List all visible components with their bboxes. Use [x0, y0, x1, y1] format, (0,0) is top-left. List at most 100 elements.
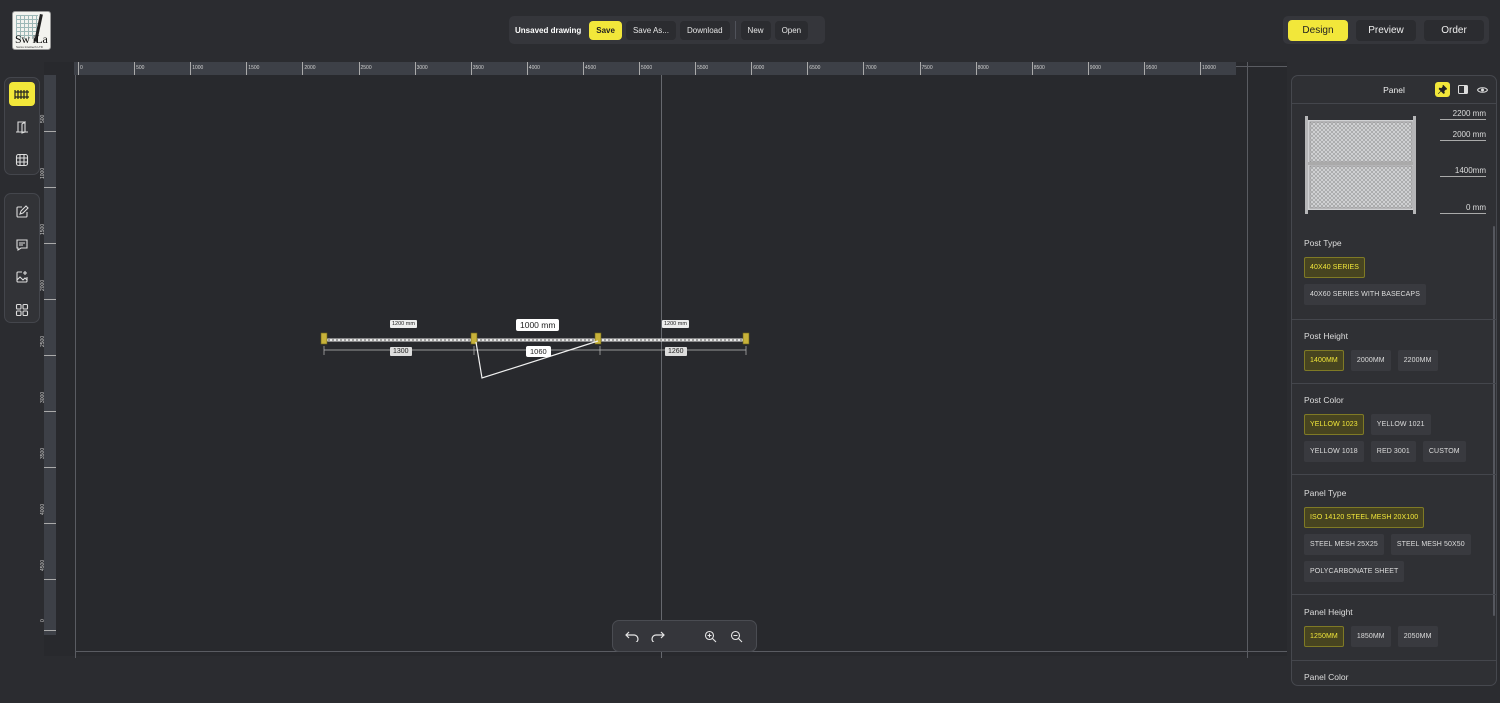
dim-label-0: 0 mm [1440, 203, 1486, 214]
ruler-tick [190, 62, 192, 75]
ruler-tick [44, 579, 56, 580]
section-title: Panel Color [1304, 672, 1349, 682]
visibility-button[interactable] [1475, 82, 1490, 97]
ruler-label: 4500 [584, 65, 597, 71]
ruler-tick [44, 630, 56, 631]
ruler-tick [975, 62, 977, 75]
section-title: Post Type [1304, 238, 1342, 248]
option-chip[interactable]: CUSTOM [1422, 441, 1466, 462]
ruler-label: 3500 [40, 447, 46, 459]
option-chip[interactable]: POLYCARBONATE SHEET [1304, 561, 1405, 582]
ruler-tick [1087, 62, 1089, 75]
option-chip[interactable]: 40X60 SERIES WITH BASECAPS [1304, 284, 1426, 305]
post-color-section: Post Color YELLOW 1023 YELLOW 1021 YELLO… [1292, 395, 1496, 475]
ruler-tick [919, 62, 921, 75]
redo-icon [651, 631, 665, 642]
ruler-label: 1500 [248, 65, 260, 71]
zoom-out-button[interactable] [725, 625, 747, 647]
option-chip[interactable]: 40X40 SERIES [1304, 257, 1366, 278]
option-chip[interactable]: ISO 14120 STEEL MESH 20X100 [1304, 507, 1425, 528]
post-3 [594, 332, 602, 345]
option-chip[interactable]: 2000MM [1350, 350, 1391, 371]
ruler-tick [526, 62, 528, 75]
section-title: Post Height [1304, 331, 1348, 341]
mode-design-button[interactable]: Design [1288, 19, 1348, 41]
mode-preview-button[interactable]: Preview [1356, 19, 1416, 41]
ruler-tick [695, 62, 697, 75]
top-dimension-label-2[interactable]: 1000 mm [516, 319, 560, 331]
bottom-dimension-label-1: 1300 [390, 347, 412, 356]
panel-header: Panel [1292, 76, 1496, 104]
ruler-label: 4000 [40, 503, 46, 515]
ruler-label: 1000 [40, 167, 46, 179]
pin-icon [1438, 85, 1447, 94]
ruler-tick [470, 62, 472, 75]
option-chip[interactable]: 2200MM [1397, 350, 1438, 371]
redo-button[interactable] [647, 625, 669, 647]
mode-order-button[interactable]: Order [1424, 19, 1484, 41]
option-chip[interactable]: 2050MM [1397, 626, 1438, 647]
option-chip[interactable]: YELLOW 1021 [1370, 414, 1431, 435]
ruler-label: 0 [40, 619, 46, 622]
ruler-tick [44, 131, 56, 132]
ruler-label: 500 [40, 114, 46, 123]
dim-label-1400: 1400mm [1440, 166, 1486, 177]
option-chip[interactable]: STEEL MESH 25X25 [1304, 534, 1384, 555]
ruler-tick [639, 62, 640, 75]
panel-type-section: Panel Type ISO 14120 STEEL MESH 20X100 S… [1292, 488, 1496, 595]
section-title: Panel Height [1304, 607, 1353, 617]
undo-icon [625, 631, 639, 642]
ruler-tick [863, 62, 865, 75]
ruler-label: 2000 [304, 65, 316, 71]
undo-button[interactable] [621, 625, 643, 647]
ruler-tick [44, 243, 56, 244]
panel-type-options: ISO 14120 STEEL MESH 20X100 STEEL MESH 2… [1304, 507, 1486, 582]
ruler-label: 5500 [697, 65, 709, 71]
post-type-section: Post Type 40X40 SERIES 40X60 SERIES WITH… [1292, 238, 1496, 320]
top-dimension-label-3: 1200 mm [662, 320, 689, 328]
zoom-toolbar [612, 620, 757, 652]
option-chip[interactable]: YELLOW 1018 [1304, 441, 1364, 462]
section-title: Post Color [1304, 395, 1344, 405]
ruler-label: 6500 [809, 65, 821, 71]
panel-preview-image [1305, 116, 1416, 214]
ruler-label: 2500 [40, 335, 46, 347]
option-chip[interactable]: 1850MM [1350, 626, 1391, 647]
option-chip[interactable]: STEEL MESH 50X50 [1390, 534, 1471, 555]
ruler-label: 3000 [40, 391, 46, 403]
eye-icon [1477, 86, 1488, 93]
ruler-label: 5000 [641, 65, 653, 71]
ruler-label: 2000 [40, 279, 46, 291]
post-height-section: Post Height 1400MM 2000MM 2200MM [1292, 331, 1496, 384]
option-chip[interactable]: RED 3001 [1370, 441, 1416, 462]
option-chip[interactable]: YELLOW 1023 [1304, 414, 1364, 435]
zoom-in-button[interactable] [699, 625, 721, 647]
ruler-label: 9000 [1089, 65, 1101, 71]
ruler-tick [134, 62, 136, 75]
ruler-tick [44, 299, 56, 300]
panel-color-section: Panel Color [1292, 672, 1496, 685]
option-chip[interactable]: 1400MM [1304, 350, 1344, 371]
section-title: Panel Type [1304, 488, 1347, 498]
sidebar-toggle-button[interactable] [1455, 82, 1470, 97]
ruler-label: 500 [136, 65, 145, 71]
dim-label-2200: 2200 mm [1440, 109, 1486, 120]
ruler-label: 9500 [1145, 65, 1158, 71]
bottom-dimension-label-2: 1060 [526, 346, 551, 357]
ruler-tick [44, 467, 56, 468]
ruler-tick [807, 62, 809, 75]
top-dimension-label-1: 1200 mm [390, 320, 417, 328]
pin-button[interactable] [1435, 82, 1450, 97]
option-chip[interactable]: 1250MM [1304, 626, 1344, 647]
ruler-tick [582, 62, 584, 75]
ruler-label: 8000 [977, 65, 989, 71]
ruler-label: 7500 [921, 65, 933, 71]
ruler-tick [751, 62, 753, 75]
ruler-label: 4500 [40, 559, 46, 571]
ruler-tick [44, 355, 56, 356]
properties-panel: Panel 2200 mm 2000 mm 1400mm 0 mm Post T… [1291, 75, 1497, 686]
panel-height-options: 1250MM 1850MM 2050MM [1304, 626, 1486, 647]
post-type-options: 40X40 SERIES 40X60 SERIES WITH BASECAPS [1304, 257, 1486, 305]
ruler-tick [246, 62, 248, 75]
ruler-label: 6000 [753, 65, 765, 71]
